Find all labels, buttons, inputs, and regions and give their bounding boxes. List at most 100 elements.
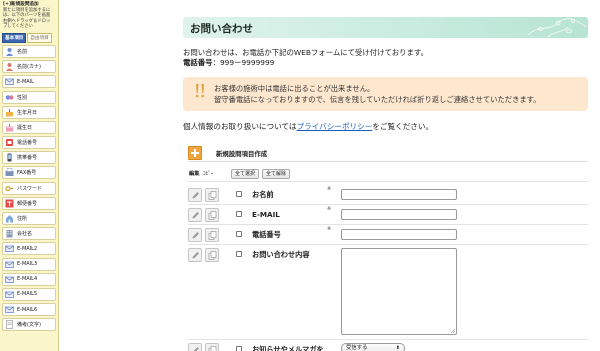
palette-item[interactable]: E-MAIL — [2, 75, 56, 89]
resize-grip-icon[interactable] — [450, 328, 455, 333]
palette-item-label: E-MAIL4 — [17, 276, 38, 283]
required-mark: ※ — [327, 226, 332, 232]
palette-item[interactable]: E-MAIL3 — [2, 257, 56, 271]
question-text-input[interactable] — [341, 229, 457, 240]
palette-item[interactable]: 会社名 — [2, 227, 56, 241]
palette-item[interactable]: 備考(文字) — [2, 318, 56, 332]
palette-item-label: パスワード — [17, 185, 43, 192]
select-all-button[interactable]: 全て選択 — [231, 169, 260, 179]
key-icon — [5, 184, 14, 193]
email-icon — [5, 244, 14, 253]
copy-icon — [208, 250, 216, 260]
row-select-checkbox[interactable] — [236, 191, 242, 197]
palette-item[interactable]: 郵便番号 — [2, 196, 56, 210]
row-select-checkbox[interactable] — [236, 251, 242, 257]
row-select-checkbox[interactable] — [236, 231, 242, 237]
pencil-icon — [192, 346, 199, 351]
email-icon — [5, 260, 14, 269]
plus-icon — [191, 149, 199, 157]
question-row: お名前 ※ — [188, 185, 588, 205]
sidebar-help-line: プしてください — [3, 24, 33, 30]
copy-icon — [208, 190, 216, 200]
sidebar-tabs: 基本項目 自由項目 — [2, 32, 56, 43]
field-palette-sidebar: [+]新規設問追加 新たに項目を追加するには、以下のパーツを画面 右側へドラッグ… — [0, 0, 59, 351]
edit-pencil-button[interactable] — [188, 208, 202, 222]
tab-basic-items[interactable]: 基本項目 — [2, 32, 27, 43]
new-question-header: 新規設問項目作成 — [188, 146, 588, 162]
palette-item-label: 住所 — [17, 216, 28, 223]
palette-item[interactable]: FAX番号 — [2, 166, 56, 180]
palette-item[interactable]: パスワード — [2, 181, 56, 195]
edit-pencil-button[interactable] — [188, 188, 202, 202]
palette-item-label: E-MAIL2 — [17, 245, 38, 252]
palette-item-label: E-MAIL6 — [17, 306, 38, 313]
palette-item-label: 携帯番号 — [17, 155, 38, 162]
person-icon — [5, 47, 14, 56]
question-text-input[interactable] — [341, 189, 457, 200]
copy-icon — [208, 230, 216, 240]
palette-item[interactable]: 誕生日 — [2, 120, 56, 134]
inquiry-textarea[interactable] — [341, 248, 457, 335]
postal-icon — [5, 199, 14, 208]
chevron-updown-icon: ⬍ — [395, 345, 400, 351]
palette-item[interactable]: E-MAIL6 — [2, 303, 56, 317]
email-icon — [5, 290, 14, 299]
palette-item[interactable]: 携帯番号 — [2, 151, 56, 165]
palette-item-label: 名前 — [17, 48, 28, 55]
row-select-checkbox[interactable] — [236, 346, 242, 351]
palette-item-label: FAX番号 — [17, 170, 37, 177]
copy-button[interactable] — [205, 248, 219, 262]
palette-item[interactable]: 名前(カナ) — [2, 60, 56, 74]
edit-pencil-button[interactable] — [188, 228, 202, 242]
question-label: 電話番号 — [252, 230, 281, 239]
palette-item-label: 会社名 — [17, 231, 33, 238]
birthday-icon — [5, 108, 14, 117]
palette-item[interactable]: 住所 — [2, 212, 56, 226]
palette-item-label: 電話番号 — [17, 140, 38, 147]
palette-item-label: 名前(カナ) — [17, 64, 41, 71]
newsletter-select[interactable]: 受信する ⬍ — [341, 343, 405, 351]
required-mark: ※ — [327, 186, 332, 192]
palette-item[interactable]: E-MAIL5 — [2, 287, 56, 301]
address-icon — [5, 214, 14, 223]
palette-item[interactable]: 名前 — [2, 44, 56, 58]
palette-item[interactable]: E-MAIL4 — [2, 272, 56, 286]
sidebar-help-line: 新たに項目を追加するには、以下のパーツを画面 — [3, 7, 51, 19]
question-row: お問い合わせ内容 — [188, 245, 588, 340]
field-palette-list: 名前名前(カナ) E-MAIL 性別生年月日 誕生日電話番号携帯番号 FAX番号パスワー… — [0, 44, 58, 332]
edit-pencil-button[interactable] — [188, 248, 202, 262]
palette-item-label: 備考(文字) — [17, 322, 41, 329]
copy-button[interactable] — [205, 208, 219, 222]
palette-item[interactable]: 性別 — [2, 90, 56, 104]
pencil-icon — [192, 211, 199, 218]
deselect-all-button[interactable]: 全て解除 — [262, 169, 291, 179]
note-icon — [5, 320, 14, 330]
question-label: お知らせやメルマガを — [252, 345, 324, 351]
required-mark: ※ — [327, 206, 332, 212]
palette-item-label: 郵便番号 — [17, 200, 38, 207]
bulk-toolbar: 編集 ｺﾋﾟｰ 全て選択 全て解除 — [188, 168, 588, 182]
email-icon — [5, 305, 14, 314]
palette-item[interactable]: E-MAIL2 — [2, 242, 56, 256]
palette-item[interactable]: 電話番号 — [2, 136, 56, 150]
add-question-button[interactable] — [188, 146, 202, 160]
edit-pencil-button[interactable] — [188, 343, 202, 351]
copy-button[interactable] — [205, 228, 219, 242]
palette-item-label: E-MAIL3 — [17, 261, 38, 268]
row-select-checkbox[interactable] — [236, 211, 242, 217]
pencil-icon — [192, 191, 199, 198]
question-text-input[interactable] — [341, 209, 457, 220]
copy-icon — [208, 345, 216, 351]
select-value: 受信する — [346, 345, 368, 351]
email-icon — [5, 77, 14, 86]
question-label: E-MAIL — [252, 210, 280, 219]
palette-item-label: 性別 — [17, 94, 28, 101]
copy-button[interactable] — [205, 343, 219, 351]
form-builder: 新規設問項目作成 編集 ｺﾋﾟｰ 全て選択 全て解除 お名前 ※ E-MAIL ※ 電話… — [183, 0, 588, 351]
tab-free-items[interactable]: 自由項目 — [27, 32, 52, 43]
copy-button[interactable] — [205, 188, 219, 202]
email-icon — [5, 275, 14, 284]
copy-column-label: ｺﾋﾟｰ — [203, 171, 214, 177]
palette-item[interactable]: 生年月日 — [2, 105, 56, 119]
cake-icon — [5, 123, 14, 132]
